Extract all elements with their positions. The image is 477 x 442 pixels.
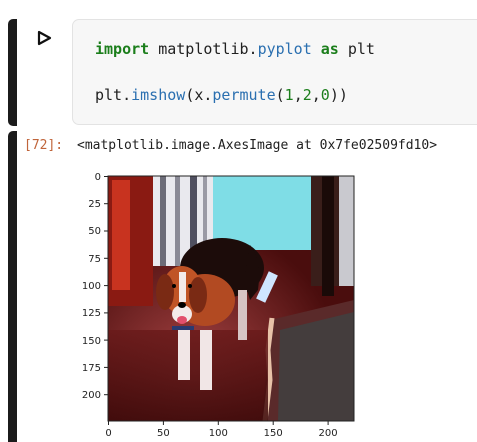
cell-left-bar: [8, 19, 17, 126]
output-repr: <matplotlib.image.AxesImage at 0x7fe0250…: [77, 138, 438, 153]
y-tick-150: 150: [82, 336, 108, 347]
x-axis: 0 50 100 150 200: [105, 421, 338, 439]
svg-text:25: 25: [88, 199, 101, 210]
svg-text:0: 0: [95, 172, 101, 183]
svg-text:75: 75: [88, 254, 101, 265]
svg-text:150: 150: [264, 428, 283, 439]
svg-text:175: 175: [82, 363, 101, 374]
svg-text:125: 125: [82, 308, 101, 319]
run-cell-icon[interactable]: [36, 30, 52, 46]
x-tick-200: 200: [319, 421, 338, 439]
x-tick-100: 100: [209, 421, 228, 439]
svg-text:100: 100: [82, 281, 101, 292]
x-tick-50: 50: [157, 421, 170, 439]
svg-text:150: 150: [82, 336, 101, 347]
y-tick-0: 0: [95, 172, 108, 183]
svg-text:50: 50: [88, 226, 101, 237]
y-axis: 0 25 50 75 100 125 150 175 200: [82, 172, 108, 401]
dog-photo: [108, 176, 354, 422]
svg-text:50: 50: [157, 428, 170, 439]
svg-text:200: 200: [319, 428, 338, 439]
y-tick-175: 175: [82, 363, 108, 374]
image-plot: 0 25 50 75 100 125 150 175 200 0 50 100 …: [82, 172, 355, 439]
x-tick-150: 150: [264, 421, 283, 439]
y-tick-50: 50: [88, 226, 108, 237]
y-tick-75: 75: [88, 254, 108, 265]
y-tick-125: 125: [82, 308, 108, 319]
execution-count: [72]:: [24, 138, 64, 153]
y-tick-200: 200: [82, 390, 108, 401]
code-line-1: import matplotlib.pyplot as plt: [95, 40, 375, 58]
code-line-2: plt.imshow(x.permute(1,2,0)): [95, 86, 348, 104]
y-tick-100: 100: [82, 281, 108, 292]
svg-text:0: 0: [105, 428, 111, 439]
code-editor[interactable]: import matplotlib.pyplot as plt plt.imsh…: [72, 19, 477, 125]
svg-text:100: 100: [209, 428, 228, 439]
y-tick-25: 25: [88, 199, 108, 210]
x-tick-0: 0: [105, 421, 112, 439]
svg-text:200: 200: [82, 390, 101, 401]
